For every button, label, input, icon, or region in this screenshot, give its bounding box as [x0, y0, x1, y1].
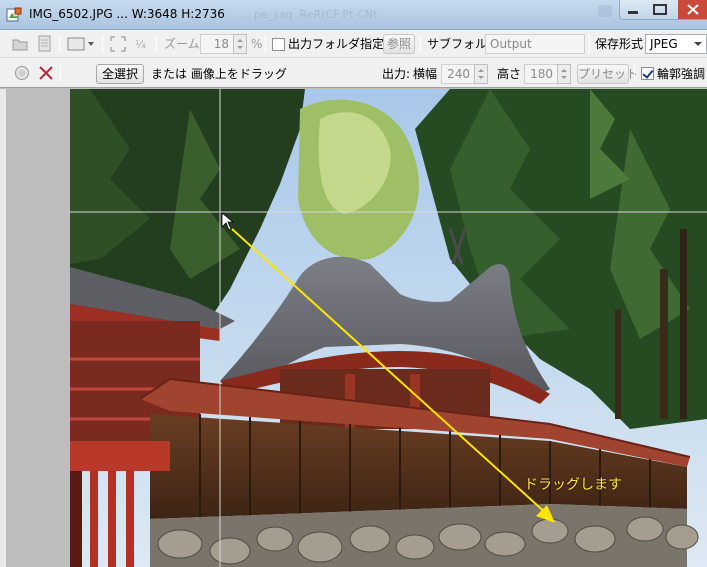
clear-x-icon[interactable]	[38, 65, 54, 81]
drag-annotation: ドラッグします	[524, 477, 622, 493]
output-folder-checkbox[interactable]	[272, 38, 285, 51]
document-icon[interactable]	[38, 35, 52, 53]
side-panel-edge	[0, 89, 6, 567]
close-icon[interactable]	[678, 0, 707, 19]
toolbar-separator	[420, 35, 421, 53]
toolbar-separator	[59, 35, 60, 53]
zoom-input[interactable]: 18	[200, 34, 234, 54]
height-label: 高さ	[497, 67, 522, 81]
window-controls[interactable]	[619, 0, 707, 20]
toolbar-separator	[589, 35, 590, 53]
titlebar-extra-icon	[598, 5, 612, 17]
side-panel	[0, 89, 70, 567]
preset-button[interactable]: プリセット	[577, 64, 638, 84]
width-spinner[interactable]	[474, 64, 488, 84]
zoom-spinner[interactable]	[233, 34, 247, 54]
main-toolbar: ¼ ズーム 18 % 出力フォルダ指定 参照 サブフォルダ Output 保存形…	[0, 30, 707, 58]
save-format-label: 保存形式	[595, 37, 644, 51]
open-folder-icon[interactable]	[12, 36, 30, 52]
quarter-zoom-icon[interactable]: ¼	[134, 35, 150, 53]
width-input[interactable]: 240	[441, 64, 475, 84]
minimize-icon[interactable]	[628, 11, 638, 14]
shrine-photo	[70, 89, 707, 567]
toolbar-separator	[634, 64, 635, 82]
save-format-value: JPEG	[650, 37, 678, 51]
zoom-label: ズーム	[164, 37, 200, 51]
outline-enhance-checkbox[interactable]	[641, 67, 654, 80]
browse-button[interactable]: 参照	[383, 34, 415, 54]
toolbar-separator	[156, 35, 157, 53]
drag-hint-text: または 画像上をドラッグ	[151, 67, 287, 81]
subfolder-input[interactable]: Output	[485, 34, 585, 54]
fit-screen-icon[interactable]	[110, 36, 126, 52]
selection-toolbar: 全選択 または 画像上をドラッグ 出力: 横幅 240 高さ 180 プリセット…	[0, 58, 707, 88]
title-bar: IMG_6502.JPG ... W:3648 H:2736 ... pe_sa…	[0, 0, 707, 30]
ghost-title-reflection: ... pe_saq .ReR(CF:Pt-CNt ...	[240, 8, 392, 21]
svg-text:¼: ¼	[135, 38, 146, 51]
image-canvas[interactable]	[70, 89, 707, 567]
save-format-select[interactable]: JPEG	[645, 34, 707, 54]
output-label: 出力:	[382, 67, 411, 81]
zoom-unit: %	[251, 37, 263, 51]
outline-enhance-label: 輪郭強調	[657, 67, 706, 81]
circle-icon[interactable]	[14, 65, 30, 81]
toolbar-separator	[102, 35, 103, 53]
output-folder-label: 出力フォルダ指定	[288, 37, 385, 51]
height-spinner[interactable]	[557, 64, 571, 84]
toolbar-separator	[60, 64, 61, 82]
toolbar-separator	[265, 35, 266, 53]
chevron-down-icon	[694, 42, 702, 46]
app-icon	[6, 7, 22, 22]
width-label: 横幅	[413, 67, 438, 81]
frame-dropdown-icon[interactable]	[67, 36, 97, 52]
maximize-icon[interactable]	[653, 4, 667, 15]
window-title: IMG_6502.JPG ... W:3648 H:2736	[29, 7, 225, 21]
height-input[interactable]: 180	[524, 64, 558, 84]
select-all-button[interactable]: 全選択	[96, 64, 144, 84]
